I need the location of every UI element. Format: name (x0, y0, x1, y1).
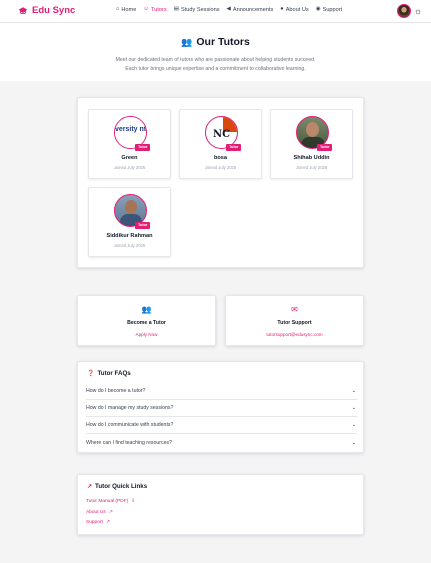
page-title: 👥 Our Tutors (0, 36, 431, 48)
quick-link-support[interactable]: Support ↗ (86, 520, 110, 525)
faq-question: How do I manage my study sessions? (86, 405, 174, 411)
quick-link-about[interactable]: About Us ↗ (86, 510, 113, 515)
faq-card: ❓ Tutor FAQs How do I become a tutor? ⌄ … (77, 361, 364, 453)
quick-link-label: Tutor Manual (PDF) (86, 499, 129, 504)
megaphone-icon: ◀ (226, 6, 231, 13)
tutor-card-bosa[interactable]: NC Tutor bosa Joined July 2025 (179, 109, 262, 179)
tutors-grid-card: versity ntral La Tutor Green Joined July… (77, 97, 364, 268)
faq-question: How do I become a tutor? (86, 388, 146, 394)
faq-item[interactable]: Where can I find teaching resources? ⌄ (86, 434, 357, 451)
tutor-card-shihab[interactable]: Tutor Shihab Uddin Joined July 2025 (270, 109, 353, 179)
support-email-link[interactable]: tutorsupport@edusync.com (226, 332, 363, 337)
become-tutor-card: 👥 Become a Tutor Apply Now (77, 295, 216, 346)
nav-item-about[interactable]: ● About Us (280, 7, 308, 13)
nav-label: Tutors (151, 7, 167, 13)
faq-question: How do I communicate with students? (86, 422, 174, 428)
faq-heading: ❓ Tutor FAQs (87, 370, 131, 377)
nav-label: Home (121, 7, 137, 13)
subtitle-line: Each tutor brings unique expertise and a… (125, 65, 306, 72)
tutor-name: Siddikur Rahman (106, 233, 153, 239)
apply-now-link[interactable]: Apply Now (78, 332, 215, 337)
envelope-icon: ✉ (291, 305, 298, 314)
tutor-joined: Joined July 2025 (113, 243, 146, 248)
brand-name: Edu Sync (32, 5, 76, 16)
external-link-icon: ↗ (87, 484, 93, 490)
faq-item[interactable]: How do I manage my study sessions? ⌄ (86, 400, 357, 417)
question-icon: ❓ (87, 371, 95, 377)
tutor-badge: Tutor (226, 144, 242, 151)
tutor-badge: Tutor (317, 144, 333, 151)
tutor-icon: ☺ (143, 6, 150, 13)
photo-logo-text: NC (212, 129, 231, 140)
tutor-joined: Joined July 2025 (204, 165, 237, 170)
tutor-support-card: ✉ Tutor Support tutorsupport@edusync.com (225, 295, 364, 346)
nav-item-announcements[interactable]: ◀ Announcements (227, 7, 274, 13)
tutor-joined: Joined July 2025 (113, 165, 146, 170)
download-icon: ⇩ (131, 499, 136, 504)
quick-links-title: Tutor Quick Links (95, 483, 148, 490)
quick-links-card: ↗ Tutor Quick Links Tutor Manual (PDF) ⇩… (77, 474, 364, 535)
nav-item-study-sessions[interactable]: ▤ Study Sessions (174, 7, 220, 13)
hero-section: 👥 Our Tutors Meet our dedicated team of … (0, 23, 431, 81)
chevron-down-icon: ⌄ (351, 388, 356, 394)
book-icon: ▤ (173, 6, 179, 13)
nav-item-tutors[interactable]: ☺ Tutors (143, 7, 166, 13)
support-icon: ◉ (315, 6, 321, 13)
faq-item[interactable]: How do I communicate with students? ⌄ (86, 417, 357, 434)
top-navbar: Edu Sync ⌂ Home ☺ Tutors ▤ Study Sessions ◀… (0, 0, 431, 23)
graduation-cap-icon (18, 6, 28, 14)
quick-links-heading: ↗ Tutor Quick Links (87, 483, 147, 490)
faq-item[interactable]: How do I become a tutor? ⌄ (86, 383, 357, 400)
nav-item-home[interactable]: ⌂ Home (116, 7, 136, 13)
nav-item-support[interactable]: ◉ Support (316, 7, 342, 13)
photo-face (306, 122, 319, 137)
tutor-joined: Joined July 2025 (295, 165, 328, 170)
nav-label: Announcements (232, 7, 274, 13)
faq-question: Where can I find teaching resources? (86, 439, 172, 446)
tutor-badge: Tutor (135, 222, 151, 229)
quick-link-manual[interactable]: Tutor Manual (PDF) ⇩ (86, 499, 135, 504)
tutor-name: Green (121, 155, 138, 161)
home-icon: ⌂ (116, 6, 120, 13)
chevron-down-icon: ⌄ (351, 422, 356, 428)
external-link-icon: ↗ (105, 520, 110, 525)
tutor-card-green[interactable]: versity ntral La Tutor Green Joined July… (88, 109, 171, 179)
become-tutor-title: Become a Tutor (127, 320, 166, 326)
users-icon: 👥 (141, 305, 152, 314)
tutor-badge: Tutor (135, 144, 151, 151)
quick-link-label: Support (86, 520, 103, 525)
external-link-icon: ↗ (108, 510, 113, 515)
page-subtitle: Meet our dedicated team of tutors who ar… (80, 56, 351, 73)
info-icon: ● (280, 6, 284, 13)
nav-label: About Us (285, 7, 309, 13)
tutor-card-siddikur[interactable]: Tutor Siddikur Rahman Joined July 2025 (88, 187, 171, 257)
quick-link-label: About Us (86, 510, 106, 515)
sun-icon[interactable]: ☼ (413, 6, 423, 16)
faq-title: Tutor FAQs (97, 370, 131, 377)
user-avatar[interactable] (397, 4, 411, 18)
chevron-down-icon: ⌄ (351, 405, 356, 411)
nav-label: Study Sessions (180, 7, 220, 13)
brand-logo[interactable]: Edu Sync (18, 5, 75, 16)
subtitle-line: Meet our dedicated team of tutors who ar… (115, 57, 316, 63)
users-icon: 👥 (181, 36, 193, 47)
page-title-text: Our Tutors (196, 36, 250, 48)
nav-label: Support (322, 7, 343, 13)
tutor-name: bosa (213, 155, 228, 161)
chevron-down-icon: ⌄ (351, 439, 356, 446)
nav-links: ⌂ Home ☺ Tutors ▤ Study Sessions ◀ Announcem… (116, 7, 342, 13)
photo-face (125, 200, 137, 214)
tutor-support-title: Tutor Support (277, 320, 312, 326)
tutor-name: Shihab Uddin (293, 155, 330, 161)
